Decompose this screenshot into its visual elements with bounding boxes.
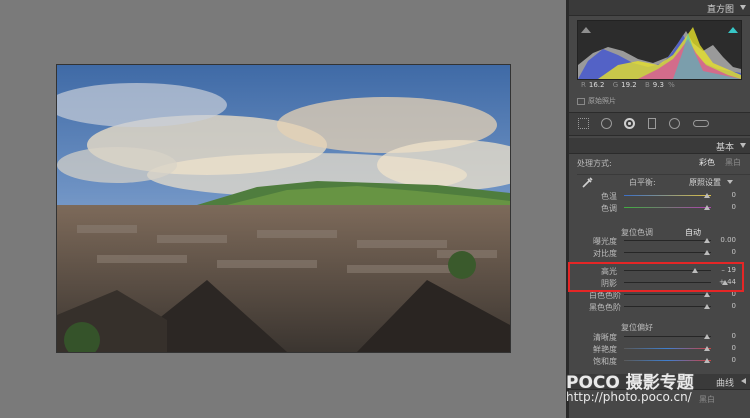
presence-section-title[interactable]: 复位偏好 xyxy=(621,322,653,333)
slider-track[interactable] xyxy=(624,306,711,307)
slider-track[interactable] xyxy=(624,360,711,361)
percent-unit: % xyxy=(668,81,675,89)
slider-label: 鲜艳度 xyxy=(593,345,617,354)
histogram-title: 直方图 xyxy=(706,5,734,15)
slider-track[interactable] xyxy=(624,195,711,196)
slider-value[interactable]: 0 xyxy=(706,356,736,364)
b-value: 9.3 xyxy=(652,81,664,89)
slider-label: 色调 xyxy=(601,204,617,213)
treatment-label: 处理方式: xyxy=(577,159,612,168)
histogram xyxy=(577,20,742,80)
slider-value[interactable]: 0 xyxy=(706,203,736,211)
auto-button[interactable]: 自动 xyxy=(685,227,701,238)
slider-value[interactable]: 0 xyxy=(706,332,736,340)
slider-track[interactable] xyxy=(624,240,711,241)
bottom-label: 黑白 xyxy=(699,395,715,404)
radial-filter-icon[interactable] xyxy=(669,118,680,129)
wb-label: 白平衡: xyxy=(629,178,656,187)
basic-title: 基本 xyxy=(715,143,734,153)
histogram-header[interactable]: 直方图 xyxy=(569,0,750,16)
spot-removal-icon[interactable] xyxy=(601,118,612,129)
wb-value[interactable]: 原照设置 xyxy=(689,177,721,188)
color-button[interactable]: 彩色 xyxy=(695,156,719,169)
b-label: B xyxy=(644,81,650,89)
slider-label: 色温 xyxy=(601,192,617,201)
highlight-annotation-box xyxy=(568,262,744,292)
slider-track[interactable] xyxy=(624,294,711,295)
slider-value[interactable]: 0 xyxy=(706,248,736,256)
g-value: 19.2 xyxy=(621,81,637,89)
photo-preview[interactable] xyxy=(56,64,511,353)
slider-value[interactable]: 0 xyxy=(706,344,736,352)
curve-title: 曲线 xyxy=(715,379,734,389)
slider-track[interactable] xyxy=(624,336,711,337)
collapse-triangle-icon[interactable] xyxy=(740,143,746,148)
expand-triangle-icon[interactable] xyxy=(741,378,746,384)
slider-track[interactable] xyxy=(624,207,711,208)
eyedropper-icon[interactable] xyxy=(581,176,594,189)
right-panel: 直方图 R16.2 G19.2 B9.3 % 原始照片 基本 处理方式: xyxy=(566,0,750,418)
basic-header[interactable]: 基本 xyxy=(569,138,750,154)
bw-button[interactable]: 黑白 xyxy=(721,156,745,169)
checkbox-icon[interactable] xyxy=(577,97,585,105)
slider-track[interactable] xyxy=(624,348,711,349)
graduated-filter-icon[interactable] xyxy=(648,118,656,129)
adjustment-brush-icon[interactable] xyxy=(693,120,709,127)
slider-value[interactable]: 0 xyxy=(706,302,736,310)
crop-tool-icon[interactable] xyxy=(578,118,589,129)
red-eye-icon[interactable] xyxy=(624,118,635,129)
rgb-readout: R 16.2 G 19.2 B 9.3 % xyxy=(581,81,675,89)
original-photo-toggle[interactable]: 原始照片 xyxy=(577,96,616,106)
tool-strip xyxy=(569,112,750,136)
slider-label: 清晰度 xyxy=(593,333,617,342)
slider-value[interactable]: 0 xyxy=(706,191,736,199)
slider-label: 曝光度 xyxy=(593,237,617,246)
collapse-triangle-icon[interactable] xyxy=(740,5,746,10)
slider-track[interactable] xyxy=(624,252,711,253)
original-photo-label: 原始照片 xyxy=(588,97,616,105)
r-label: R xyxy=(581,81,586,89)
r-value: 16.2 xyxy=(588,81,605,89)
divider xyxy=(577,174,750,175)
g-label: G xyxy=(612,81,619,89)
image-canvas xyxy=(0,0,566,418)
slider-label: 饱和度 xyxy=(593,357,617,366)
slider-label: 黑色色阶 xyxy=(589,303,621,312)
slider-value[interactable]: 0.00 xyxy=(706,236,736,244)
tone-section-title[interactable]: 复位色调 xyxy=(621,227,653,238)
watermark-url: http://photo.poco.cn/ xyxy=(566,390,692,404)
dropdown-arrow-icon[interactable] xyxy=(727,180,733,184)
slider-label: 对比度 xyxy=(593,249,617,258)
